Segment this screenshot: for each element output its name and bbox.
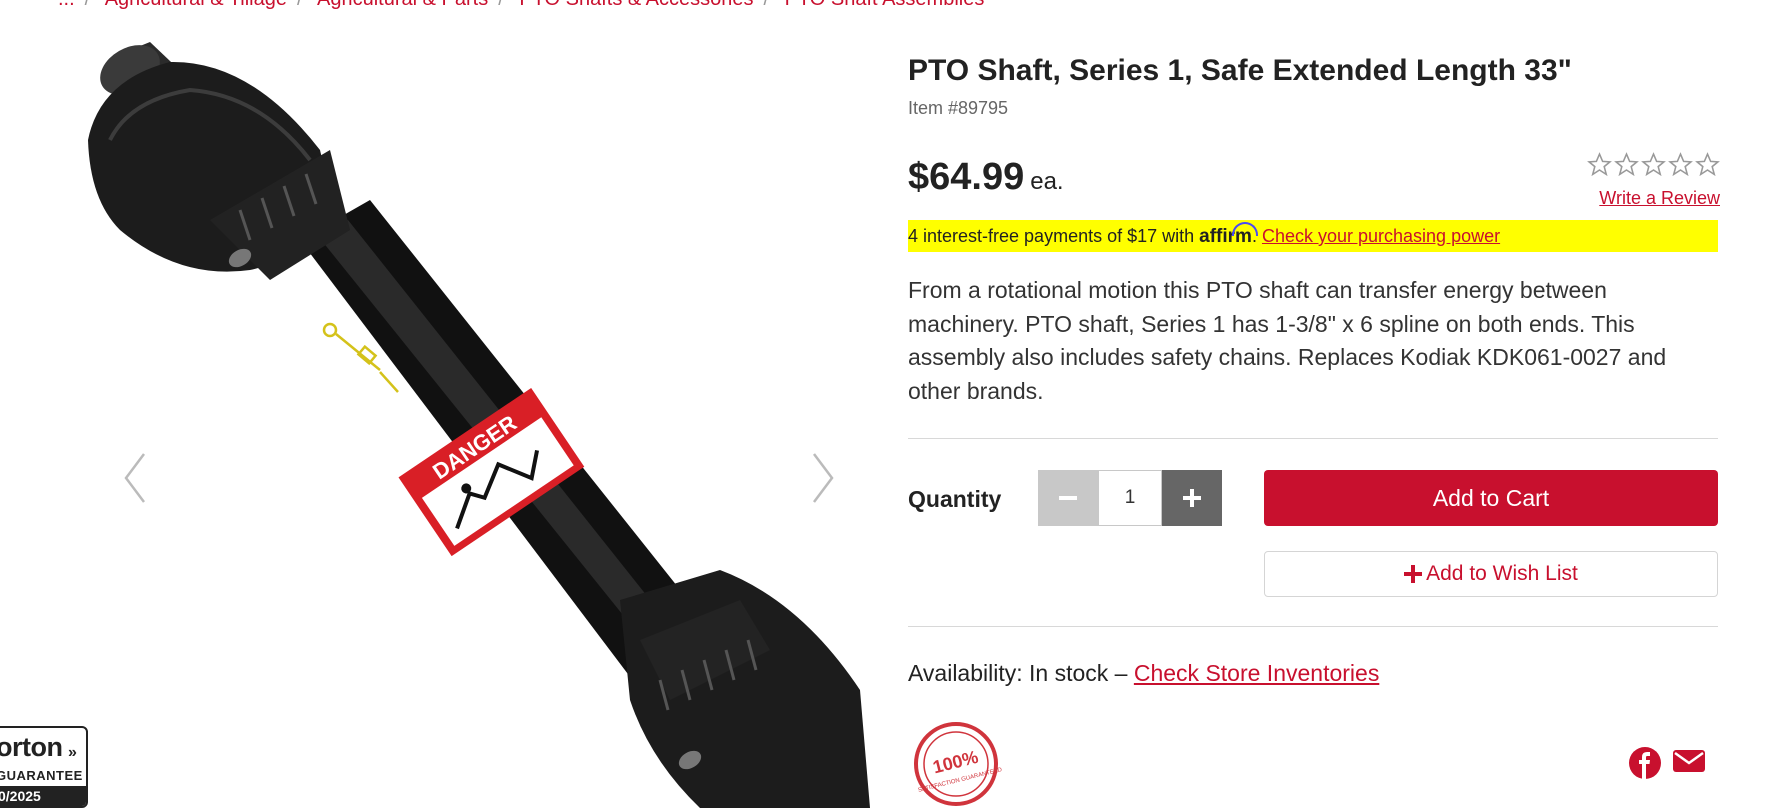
affirm-purchasing-power-link[interactable]: Check your purchasing power xyxy=(1262,226,1500,246)
divider xyxy=(908,626,1718,627)
add-to-cart-button[interactable]: Add to Cart xyxy=(1264,470,1718,526)
star-outline-icon xyxy=(1614,152,1639,177)
gallery-prev-button[interactable] xyxy=(120,448,150,508)
check-store-inventories-link[interactable]: Check Store Inventories xyxy=(1134,660,1379,686)
chevron-right-icon xyxy=(813,453,834,503)
breadcrumb-agricultural-parts[interactable]: Agricultural & Parts xyxy=(317,0,488,10)
affirm-text: 4 interest-free payments of $17 with xyxy=(908,226,1200,246)
seal-center-text: 100% xyxy=(931,747,981,778)
plus-icon xyxy=(1183,489,1201,507)
breadcrumb-pto-shafts-accessories[interactable]: PTO Shafts & Accessories xyxy=(519,0,753,10)
norton-brand: orton xyxy=(0,732,63,762)
affirm-logo: affirm xyxy=(1199,222,1258,247)
divider xyxy=(908,438,1718,439)
rating-stars xyxy=(1587,152,1720,177)
email-icon xyxy=(1673,750,1705,772)
availability-status: Availability: In stock – Check Store Inv… xyxy=(908,660,1379,687)
breadcrumb: .../ Agricultural & Tillage/ Agricultura… xyxy=(58,0,984,11)
plus-icon xyxy=(1404,565,1423,583)
norton-guarantee-label: GUARANTEE xyxy=(0,768,83,783)
quantity-input[interactable] xyxy=(1098,470,1162,526)
satisfaction-guarantee-seal: 100% SATISFACTION GUARANTEED xyxy=(914,722,1003,806)
add-to-wishlist-button[interactable]: Add to Wish List xyxy=(1264,551,1718,597)
breadcrumb-pto-shaft-assemblies[interactable]: PTO Shaft Assemblies xyxy=(785,0,985,10)
star-outline-icon xyxy=(1587,152,1612,177)
share-email-button[interactable] xyxy=(1672,746,1706,776)
star-outline-icon xyxy=(1641,152,1666,177)
breadcrumb-agricultural-tillage[interactable]: Agricultural & Tillage xyxy=(105,0,287,10)
product-title: PTO Shaft, Series 1, Safe Extended Lengt… xyxy=(908,54,1572,87)
norton-guarantee-badge[interactable]: orton » GUARANTEE 0/2025 xyxy=(0,726,88,808)
chevron-right-icon: » xyxy=(68,744,77,761)
price-value: $64.99 xyxy=(908,156,1025,198)
breadcrumb-home[interactable]: ... xyxy=(58,0,75,10)
availability-label: Availability: In stock – xyxy=(908,660,1134,686)
add-to-wishlist-label: Add to Wish List xyxy=(1426,562,1578,585)
product-image: DANGER xyxy=(88,42,870,808)
product-price: $64.99 ea. xyxy=(908,156,1064,199)
quantity-label: Quantity xyxy=(908,486,1002,512)
affirm-financing-banner: 4 interest-free payments of $17 with aff… xyxy=(908,220,1718,252)
star-outline-icon xyxy=(1668,152,1693,177)
share-facebook-button[interactable] xyxy=(1628,746,1662,780)
chevron-left-icon xyxy=(124,453,145,503)
item-number: Item #89795 xyxy=(908,98,1009,118)
price-unit: ea. xyxy=(1030,168,1064,195)
write-review-link[interactable]: Write a Review xyxy=(1599,188,1720,209)
minus-icon xyxy=(1059,496,1077,500)
quantity-increase-button[interactable] xyxy=(1162,470,1222,526)
norton-date: 0/2025 xyxy=(0,786,86,806)
quantity-stepper xyxy=(1038,470,1222,526)
product-description: From a rotational motion this PTO shaft … xyxy=(908,277,1667,404)
facebook-icon xyxy=(1629,747,1661,779)
quantity-decrease-button[interactable] xyxy=(1038,470,1098,526)
star-outline-icon xyxy=(1695,152,1720,177)
gallery-next-button[interactable] xyxy=(808,448,838,508)
product-image-gallery: DANGER xyxy=(0,28,880,808)
